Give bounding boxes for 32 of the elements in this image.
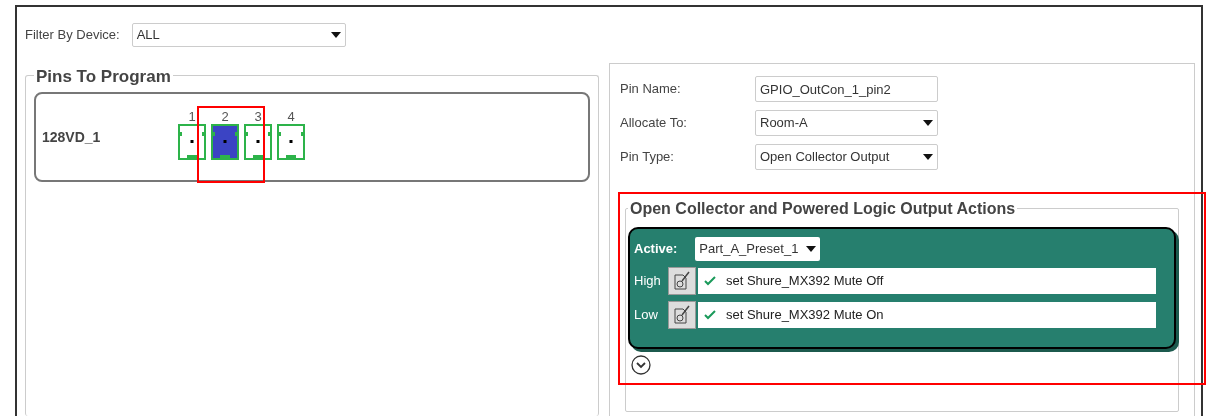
- input-field[interactable]: GPIO_OutCon_1_pin2: [755, 76, 938, 102]
- document-pen-icon: [673, 271, 691, 291]
- dropdown-caret-icon: [923, 120, 933, 126]
- action-field[interactable]: set Shure_MX392 Mute Off: [698, 268, 1156, 294]
- pin-connector-icon[interactable]: [178, 124, 206, 160]
- pin-connector-icon[interactable]: [244, 124, 272, 160]
- pin-connector-icon[interactable]: [211, 124, 239, 160]
- select-field[interactable]: Open Collector Output: [755, 144, 938, 170]
- select-field[interactable]: Room-A: [755, 110, 938, 136]
- expand-chevron-icon[interactable]: [631, 355, 651, 375]
- preset-dropdown[interactable]: Part_A_Preset_1: [695, 237, 821, 261]
- dropdown-caret-icon: [330, 32, 341, 38]
- action-field[interactable]: set Shure_MX392 Mute On: [698, 302, 1156, 328]
- field-label: Pin Name:: [620, 80, 682, 99]
- pin-connector-icon[interactable]: [277, 124, 305, 160]
- pin-number: 1: [188, 110, 196, 124]
- pin-number: 4: [287, 110, 295, 124]
- row-label: Low: [634, 306, 659, 325]
- document-pen-icon: [673, 305, 691, 325]
- row-label: High: [634, 272, 662, 291]
- device-name: 128VD_1: [42, 127, 102, 147]
- field-label: Pin Type:: [620, 148, 675, 167]
- active-label: Active:: [634, 240, 678, 259]
- pin-number: 3: [254, 110, 262, 124]
- field-label: Allocate To:: [620, 114, 688, 133]
- device-filter-dropdown[interactable]: ALL: [131, 23, 346, 47]
- pin-number: 2: [221, 110, 229, 124]
- dropdown-caret-icon: [923, 154, 933, 160]
- edit-script-button[interactable]: [668, 301, 696, 329]
- edit-script-button[interactable]: [668, 267, 696, 295]
- filter-label: Filter By Device:: [25, 26, 120, 45]
- dropdown-caret-icon: [806, 246, 817, 252]
